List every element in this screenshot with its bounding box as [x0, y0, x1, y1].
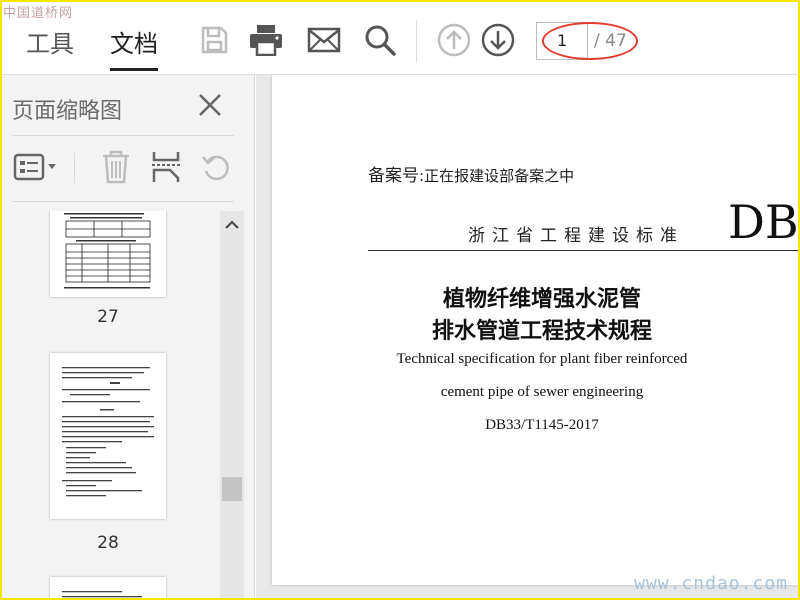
previous-page-button[interactable] [436, 22, 472, 58]
sidebar-title: 页面缩略图 [12, 99, 123, 124]
thumbnail-page-29-preview [62, 591, 142, 598]
record-label: 备案号 [368, 166, 419, 186]
tab-document[interactable]: 文档 [110, 24, 158, 71]
record-value: 正在报建设部备案之中 [424, 167, 575, 185]
print-button[interactable] [248, 22, 284, 58]
email-button[interactable] [306, 22, 342, 58]
toolbar: 工具 文档 1 / 47 [2, 2, 798, 75]
thumbnail-page-27[interactable] [50, 211, 166, 297]
thumbnail-list: 27 28 [12, 211, 218, 598]
sidebar-tool-separator [74, 153, 75, 183]
thumbnail-label: 28 [97, 533, 119, 553]
scroll-up-button[interactable] [220, 217, 244, 233]
envelope-icon [307, 27, 341, 53]
arrow-up-circle-icon [437, 23, 471, 57]
thumbnail-options-button[interactable] [12, 147, 60, 187]
watermark-top-left: 中国道桥网 [3, 6, 74, 21]
thumbnail-page-27-preview [64, 213, 151, 289]
trash-icon [103, 150, 129, 184]
extract-page-button[interactable] [146, 147, 186, 187]
tab-tools[interactable]: 工具 [26, 24, 74, 59]
db-logo: DB [728, 195, 798, 249]
watermark-bottom-right: www.cndao.com [634, 573, 788, 594]
document-page: 备案号:正在报建设部备案之中 浙江省工程建设标准 DB 植物纤维增强水泥管 排水… [272, 75, 798, 585]
search-button[interactable] [362, 22, 398, 58]
thumbnail-label: 27 [97, 307, 119, 327]
title-en-line1: Technical specification for plant fiber … [396, 351, 688, 367]
header-rule [368, 250, 798, 251]
split-page-icon [152, 152, 180, 182]
standard-code: DB33/T1145-2017 [485, 417, 599, 433]
sidebar-divider [12, 201, 234, 202]
thumbnail-page-29[interactable] [50, 577, 166, 598]
highlight-annotation-ellipse [542, 22, 638, 60]
thumbnail-scrollbar[interactable] [220, 211, 244, 598]
title-cn-line1: 植物纤维增强水泥管 [442, 286, 641, 312]
chevron-up-icon [225, 220, 239, 229]
printer-icon [250, 25, 282, 56]
title-cn-line2: 排水管道工程技术规程 [431, 318, 652, 344]
standard-type: 浙江省工程建设标准 [468, 226, 684, 246]
list-options-icon [13, 153, 56, 181]
scrollbar-thumb[interactable] [222, 477, 242, 501]
search-icon [365, 25, 396, 56]
thumbnail-sidebar: 页面缩略图 27 28 [2, 75, 255, 598]
thumbnail-page-28-preview [62, 367, 154, 497]
next-page-button[interactable] [480, 22, 516, 58]
toolbar-separator [416, 20, 417, 62]
save-icon [201, 26, 228, 54]
save-button[interactable] [196, 22, 232, 58]
delete-page-button[interactable] [96, 147, 136, 187]
record-number-line: 备案号:正在报建设部备案之中 [368, 166, 575, 186]
close-icon [199, 94, 221, 116]
document-viewport[interactable]: 备案号:正在报建设部备案之中 浙江省工程建设标准 DB 植物纤维增强水泥管 排水… [256, 75, 798, 598]
rotate-icon [202, 155, 229, 181]
title-en-line2: cement pipe of sewer engineering [440, 384, 644, 400]
close-sidebar-button[interactable] [194, 89, 226, 121]
arrow-down-circle-icon [481, 23, 515, 57]
thumbnail-page-28[interactable] [50, 353, 166, 519]
rotate-page-button[interactable] [196, 147, 236, 187]
sidebar-divider [12, 135, 234, 136]
